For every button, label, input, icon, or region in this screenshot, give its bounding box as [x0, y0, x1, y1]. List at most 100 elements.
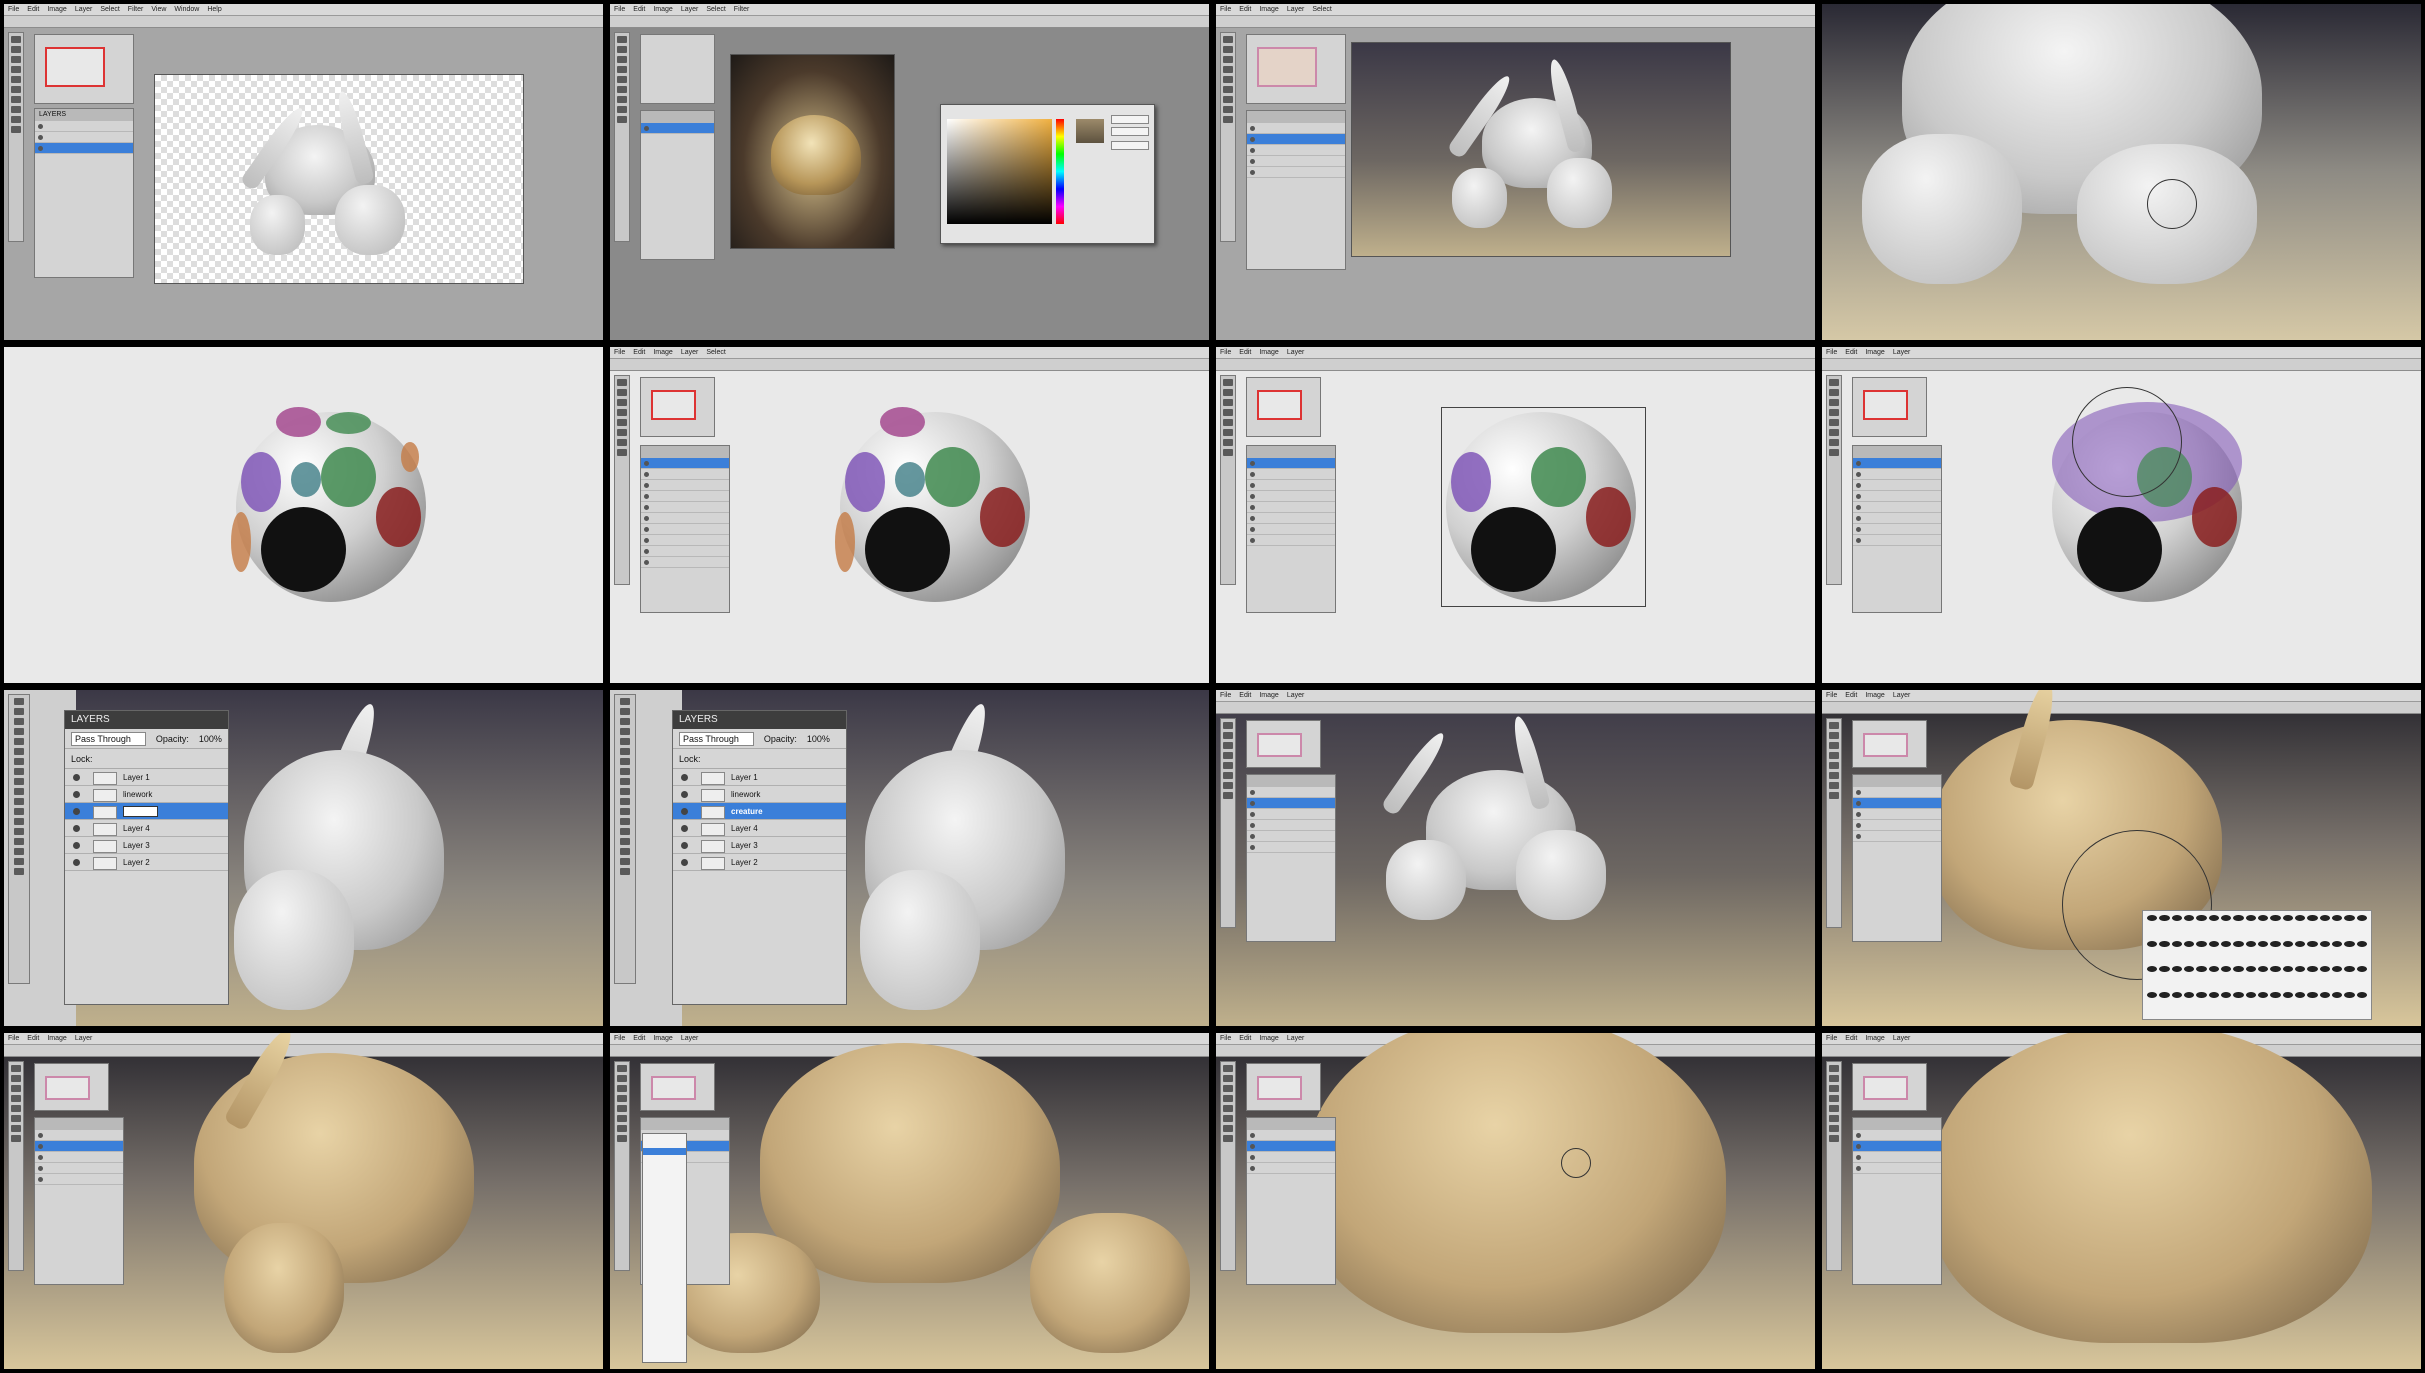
navigator-thumbnail[interactable] [1257, 1076, 1302, 1100]
layer-row[interactable] [35, 1174, 123, 1185]
layer-row[interactable] [641, 458, 729, 469]
layer-row[interactable] [1247, 491, 1335, 502]
layer-row[interactable] [1247, 1130, 1335, 1141]
menu-bar[interactable]: File Edit Image Layer Select Filter View Window… [4, 4, 603, 16]
options-bar[interactable] [1216, 16, 1815, 28]
blend-mode-select[interactable]: Pass Through [679, 732, 754, 746]
layers-panel[interactable]: LAYERS [34, 108, 134, 278]
layer-row[interactable] [1247, 123, 1345, 134]
navigator-panel[interactable] [1246, 720, 1321, 768]
layer-row[interactable] [1853, 1141, 1941, 1152]
layers-panel[interactable] [1852, 1117, 1942, 1285]
options-bar[interactable] [1822, 702, 2421, 714]
layer-row[interactable]: Layer 3 [65, 837, 228, 854]
toolbox[interactable] [8, 694, 30, 984]
navigator-panel[interactable] [1852, 1063, 1927, 1111]
menu-bar[interactable]: File Edit Image Layer Select Filter [610, 4, 1209, 16]
menu-bar[interactable]: File Edit Image Layer [1216, 347, 1815, 359]
layers-panel[interactable] [34, 1117, 124, 1285]
layer-row[interactable]: Layer 4 [673, 820, 846, 837]
blend-mode-dropdown[interactable] [642, 1133, 687, 1363]
layer-row[interactable] [35, 1152, 123, 1163]
layer-row[interactable] [35, 1163, 123, 1174]
navigator-thumbnail[interactable] [45, 1076, 90, 1100]
layer-row[interactable] [35, 121, 133, 132]
layer-row[interactable] [1853, 787, 1941, 798]
options-bar[interactable] [1216, 702, 1815, 714]
layer-row[interactable] [1247, 798, 1335, 809]
layer-row[interactable]: Layer 1 [673, 769, 846, 786]
layers-panel[interactable] [640, 445, 730, 613]
layer-row[interactable] [1247, 1163, 1335, 1174]
toolbox[interactable] [1826, 718, 1842, 928]
layer-row[interactable]: linework [673, 786, 846, 803]
layer-row[interactable] [641, 502, 729, 513]
layer-row[interactable] [641, 535, 729, 546]
options-bar[interactable] [610, 359, 1209, 371]
layer-row[interactable] [1853, 1163, 1941, 1174]
layer-row[interactable] [1853, 1130, 1941, 1141]
layer-row[interactable] [641, 557, 729, 568]
options-bar[interactable] [610, 16, 1209, 28]
layer-row[interactable] [1247, 787, 1335, 798]
layer-row[interactable] [1247, 524, 1335, 535]
navigator-panel[interactable] [1852, 377, 1927, 437]
toolbox[interactable] [1220, 32, 1236, 242]
layer-row[interactable] [641, 546, 729, 557]
layers-panel[interactable] [1246, 1117, 1336, 1285]
hue-slider[interactable] [1056, 119, 1064, 224]
layers-panel[interactable] [1246, 774, 1336, 942]
toolbox[interactable] [614, 694, 636, 984]
brush-preset-picker[interactable] [2142, 910, 2372, 1020]
layer-row[interactable] [35, 1130, 123, 1141]
layer-row[interactable] [35, 143, 133, 154]
navigator-panel[interactable] [640, 1063, 715, 1111]
layer-row[interactable] [1853, 513, 1941, 524]
toolbox[interactable] [1220, 1061, 1236, 1271]
add-to-swatches-button[interactable] [1111, 141, 1149, 150]
toolbox[interactable] [614, 1061, 630, 1271]
document-canvas[interactable] [154, 74, 524, 284]
lock-row[interactable]: Lock: [673, 749, 846, 769]
menu-bar[interactable]: File Edit Image Layer Select [610, 347, 1209, 359]
layer-row[interactable] [1853, 458, 1941, 469]
color-field[interactable] [947, 119, 1052, 224]
layer-row[interactable] [1853, 798, 1941, 809]
layer-row[interactable] [1247, 809, 1335, 820]
layer-row[interactable] [1247, 134, 1345, 145]
layer-row[interactable]: linework [65, 786, 228, 803]
layers-panel[interactable]: LAYERS Pass Through Opacity: 100% Lock: La… [64, 710, 229, 1005]
toolbox[interactable] [8, 32, 24, 242]
layers-panel[interactable] [1246, 445, 1336, 613]
navigator-thumbnail[interactable] [1863, 733, 1908, 757]
layer-row[interactable] [1247, 458, 1335, 469]
layer-row[interactable] [641, 480, 729, 491]
menu-bar[interactable]: File Edit Image Layer [1822, 347, 2421, 359]
layers-panel[interactable] [1246, 110, 1346, 270]
layer-row[interactable]: Layer 4 [65, 820, 228, 837]
navigator-panel[interactable] [640, 34, 715, 104]
layer-group-creature[interactable]: creature [673, 803, 846, 820]
navigator-panel[interactable] [1246, 377, 1321, 437]
layer-row[interactable] [1853, 469, 1941, 480]
toolbox[interactable] [8, 1061, 24, 1271]
options-bar[interactable] [4, 16, 603, 28]
menu-bar[interactable]: File Edit Image Layer [4, 1033, 603, 1045]
toolbox[interactable] [614, 375, 630, 585]
layer-row[interactable] [1247, 167, 1345, 178]
layer-row[interactable] [1247, 502, 1335, 513]
navigator-thumbnail[interactable] [1257, 47, 1317, 87]
navigator-panel[interactable] [1852, 720, 1927, 768]
document-canvas[interactable] [1351, 42, 1731, 257]
layer-row[interactable]: Layer 3 [673, 837, 846, 854]
color-picker-dialog[interactable] [940, 104, 1155, 244]
layer-row[interactable] [1853, 502, 1941, 513]
layer-row[interactable] [641, 524, 729, 535]
layer-row[interactable]: Layer 2 [65, 854, 228, 871]
layer-row[interactable] [1247, 469, 1335, 480]
layer-row[interactable] [1853, 820, 1941, 831]
layer-row[interactable] [1247, 145, 1345, 156]
navigator-panel[interactable] [34, 34, 134, 104]
layer-row[interactable] [1853, 1152, 1941, 1163]
layer-row-renaming[interactable] [65, 803, 228, 820]
